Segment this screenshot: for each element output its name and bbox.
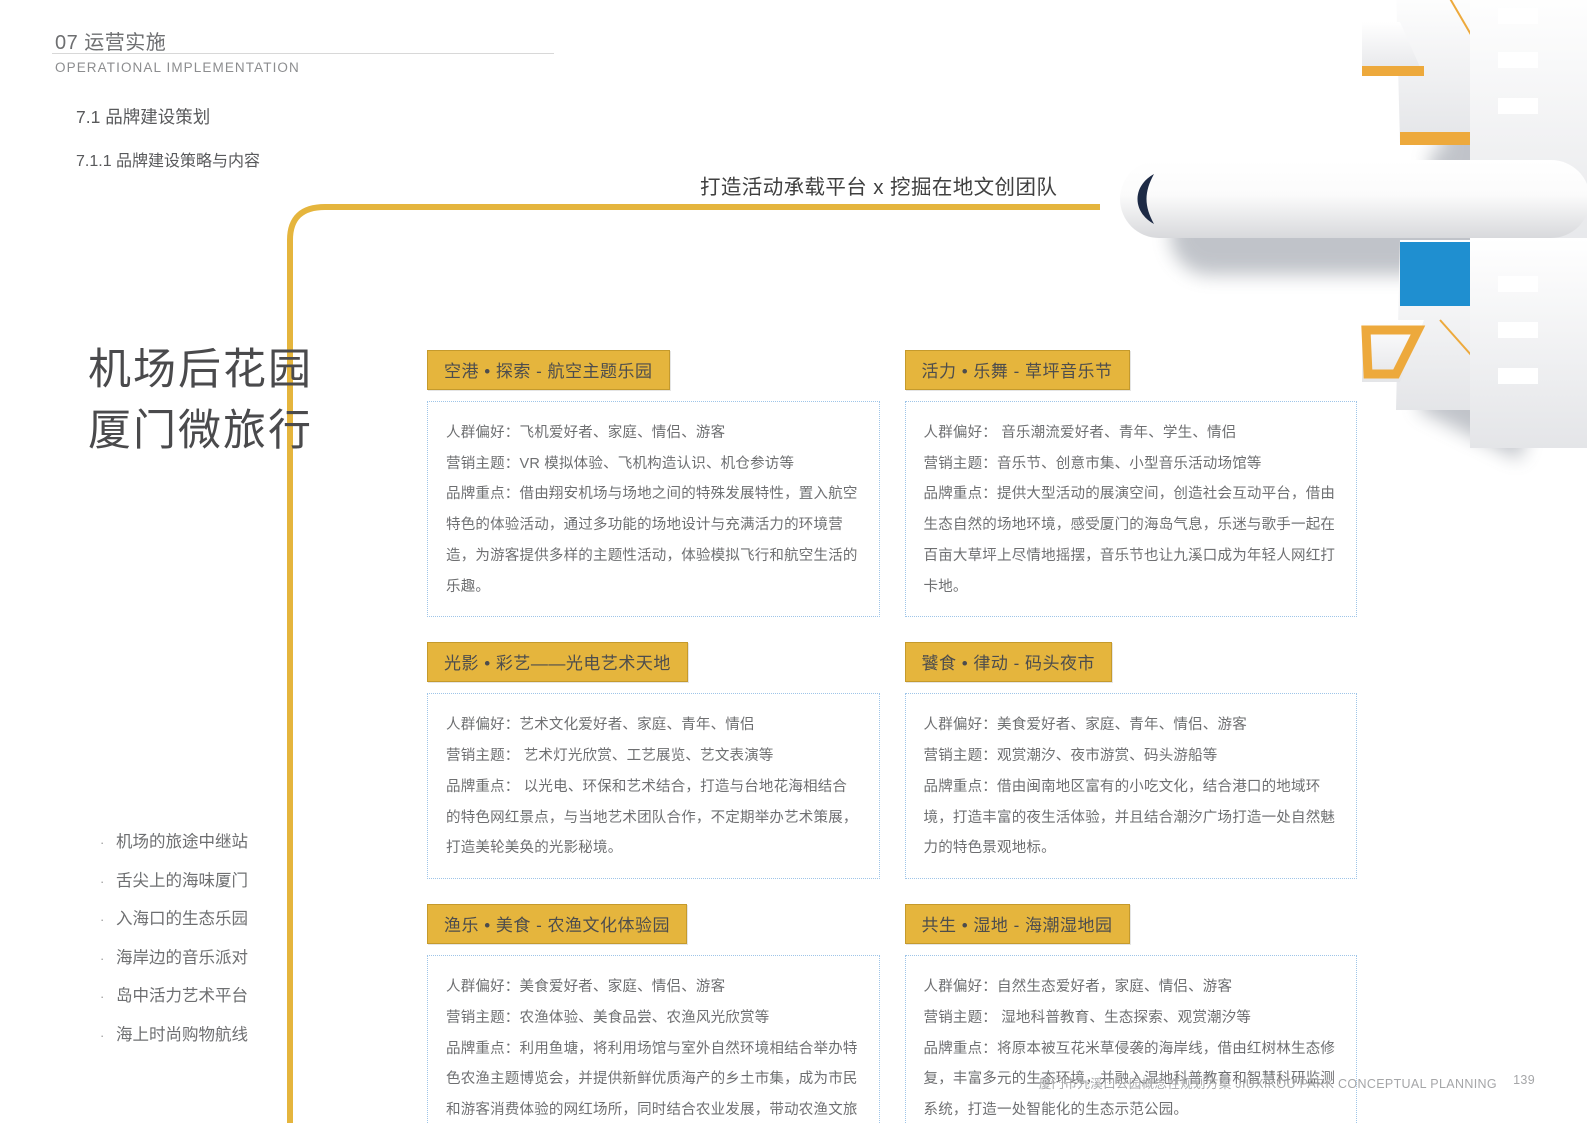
- page-title: 机场后花园 厦门微旅行: [88, 340, 388, 462]
- list-item-label: 海岸边的音乐派对: [116, 948, 248, 967]
- theme-card: 活力 • 乐舞 - 草坪音乐节 人群偏好： 音乐潮流爱好者、青年、学生、情侣 营…: [904, 350, 1357, 618]
- section-number-title: 07 运营实施: [55, 32, 167, 54]
- list-item: · 岛中活力艺术平台: [100, 982, 315, 1006]
- wing-blue-panel: [1400, 242, 1552, 306]
- page-title-line-1: 机场后花园: [88, 346, 313, 394]
- card-line-audience: 人群偏好：自然生态爱好者，家庭、情侣、游客: [923, 979, 1233, 996]
- theme-card: 饕食 • 律动 - 码头夜市 人群偏好：美食爱好者、家庭、青年、情侣、游客 营销…: [904, 642, 1357, 880]
- card-row: 光影 • 彩艺——光电艺术天地 人群偏好：艺术文化爱好者、家庭、青年、情侣 营销…: [427, 642, 1357, 880]
- list-item: · 海岸边的音乐派对: [100, 944, 315, 968]
- list-item: · 机场的旅途中继站: [100, 828, 315, 852]
- card-line-theme: 营销主题：音乐节、创意市集、小型音乐活动场馆等: [923, 455, 1262, 472]
- list-item-label: 机场的旅途中继站: [116, 833, 248, 851]
- slide-canvas: 07 运营实施 OPERATIONAL IMPLEMENTATION 7.1 品…: [0, 0, 1587, 1123]
- card-line-brandfocus: 品牌重点：借由翔安机场与场地之间的特殊发展特性，置入航空特色的体验活动，通过多功…: [446, 486, 858, 595]
- tagline-text: 打造活动承载平台 x 挖掘在地文创团队: [700, 176, 1058, 199]
- card-line-audience: 人群偏好：美食爱好者、家庭、青年、情侣、游客: [923, 717, 1247, 734]
- heading-level-3: 7.1.1 品牌建设策略与内容: [76, 153, 261, 170]
- theme-card-grid: 空港 • 探索 - 航空主题乐园 人群偏好：飞机爱好者、家庭、情侣、游客 营销主…: [427, 350, 1357, 1123]
- card-line-theme: 营销主题：VR 模拟体验、飞机构造认识、机仓参访等: [446, 455, 795, 472]
- section-english-subtitle: OPERATIONAL IMPLEMENTATION: [55, 60, 300, 75]
- card-body: 人群偏好：飞机爱好者、家庭、情侣、游客 营销主题：VR 模拟体验、飞机构造认识、…: [427, 401, 880, 618]
- card-body: 人群偏好：美食爱好者、家庭、情侣、游客 营销主题：农渔体验、美食品尝、农渔风光欣…: [427, 955, 880, 1123]
- list-item-label: 岛中活力艺术平台: [116, 987, 248, 1005]
- card-line-theme: 营销主题：农渔体验、美食品尝、农渔风光欣赏等: [446, 1009, 770, 1026]
- card-line-audience: 人群偏好：飞机爱好者、家庭、情侣、游客: [446, 425, 726, 441]
- card-title-tag: 光影 • 彩艺——光电艺术天地: [427, 642, 688, 683]
- bullet-dot-icon: ·: [100, 989, 105, 1004]
- list-item: · 海上时尚购物航线: [100, 1021, 315, 1045]
- list-item: · 入海口的生态乐园: [100, 905, 315, 929]
- heading-level-2: 7.1 品牌建设策划: [76, 107, 211, 127]
- bullet-dot-icon: ·: [100, 912, 105, 927]
- card-line-audience: 人群偏好： 音乐潮流爱好者、青年、学生、情侣: [923, 425, 1237, 441]
- theme-card: 空港 • 探索 - 航空主题乐园 人群偏好：飞机爱好者、家庭、情侣、游客 营销主…: [427, 350, 880, 618]
- airplane-lower-wing: [1361, 240, 1555, 411]
- bullet-dot-icon: ·: [100, 1027, 105, 1043]
- card-body: 人群偏好：艺术文化爱好者、家庭、青年、情侣 营销主题： 艺术灯光欣赏、工艺展览、…: [427, 693, 880, 880]
- list-item-label: 舌尖上的海味厦门: [116, 871, 248, 890]
- concept-bullet-list: · 机场的旅途中继站 · 舌尖上的海味厦门 · 入海口的生态乐园 · 海岸边的音…: [100, 828, 315, 1059]
- card-title-tag: 空港 • 探索 - 航空主题乐园: [427, 350, 670, 390]
- card-body: 人群偏好：美食爱好者、家庭、青年、情侣、游客 营销主题：观赏潮汐、夜市游赏、码头…: [904, 693, 1357, 880]
- card-line-brandfocus: 品牌重点：提供大型活动的展演空间，创造社会互动平台，借由生态自然的场地环境，感受…: [923, 486, 1336, 595]
- bullet-dot-icon: ·: [100, 835, 105, 850]
- list-item-label: 海上时尚购物航线: [116, 1025, 248, 1044]
- card-line-theme: 营销主题：观赏潮汐、夜市游赏、码头游船等: [923, 748, 1218, 765]
- footer-page-number: 139: [1513, 1073, 1535, 1087]
- card-line-theme: 营销主题： 湿地科普教育、生态探索、观赏潮汐等: [923, 1009, 1252, 1026]
- theme-card: 渔乐 • 美食 - 农渔文化体验园 人群偏好：美食爱好者、家庭、情侣、游客 营销…: [427, 904, 880, 1123]
- card-row: 空港 • 探索 - 航空主题乐园 人群偏好：飞机爱好者、家庭、情侣、游客 营销主…: [427, 350, 1357, 618]
- card-title-tag: 渔乐 • 美食 - 农渔文化体验园: [427, 904, 688, 945]
- footer-project-title: 厦门市九溪口公园概念性规划方案 JIUXIKOU PARK CONCEPTUAL…: [1038, 1077, 1497, 1091]
- airplane-rear-lower: [1470, 238, 1587, 448]
- card-title-tag: 活力 • 乐舞 - 草坪音乐节: [904, 350, 1130, 390]
- airplane-fuselage: [1120, 160, 1587, 238]
- theme-card: 光影 • 彩艺——光电艺术天地 人群偏好：艺术文化爱好者、家庭、青年、情侣 营销…: [427, 642, 880, 880]
- card-line-brandfocus: 品牌重点：利用鱼塘，将利用场馆与室外自然环境相结合举办特色农渔主题博览会，并提供…: [446, 1040, 858, 1119]
- cockpit-window: [1137, 174, 1154, 224]
- card-line-audience: 人群偏好：艺术文化爱好者、家庭、青年、情侣: [446, 717, 755, 734]
- card-body: 人群偏好： 音乐潮流爱好者、青年、学生、情侣 营销主题：音乐节、创意市集、小型音…: [904, 401, 1357, 618]
- card-line-theme: 营销主题： 艺术灯光欣赏、工艺展览、艺文表演等: [446, 748, 774, 765]
- card-line-brandfocus: 品牌重点： 以光电、环保和艺术结合，打造与台地花海相结合的特色网红景点，与当地艺…: [446, 778, 858, 857]
- card-body: 人群偏好：自然生态爱好者，家庭、情侣、游客 营销主题： 湿地科普教育、生态探索、…: [904, 955, 1357, 1123]
- list-item-label: 入海口的生态乐园: [116, 910, 248, 928]
- header-divider: [52, 53, 554, 54]
- bullet-dot-icon: ·: [100, 950, 105, 966]
- card-title-tag: 共生 • 湿地 - 海潮湿地园: [904, 904, 1130, 945]
- bullet-dot-icon: ·: [100, 873, 105, 889]
- airplane-upper-wing: [1362, 0, 1555, 145]
- card-line-audience: 人群偏好：美食爱好者、家庭、情侣、游客: [446, 979, 726, 996]
- page-title-line-2: 厦门微旅行: [88, 407, 313, 456]
- list-item: · 舌尖上的海味厦门: [100, 867, 315, 891]
- card-line-brandfocus: 品牌重点：借由闽南地区富有的小吃文化，结合港口的地域环境，打造丰富的夜生活体验，…: [923, 778, 1336, 857]
- card-title-tag: 饕食 • 律动 - 码头夜市: [904, 642, 1113, 683]
- airplane-rear-body: [1470, 0, 1587, 280]
